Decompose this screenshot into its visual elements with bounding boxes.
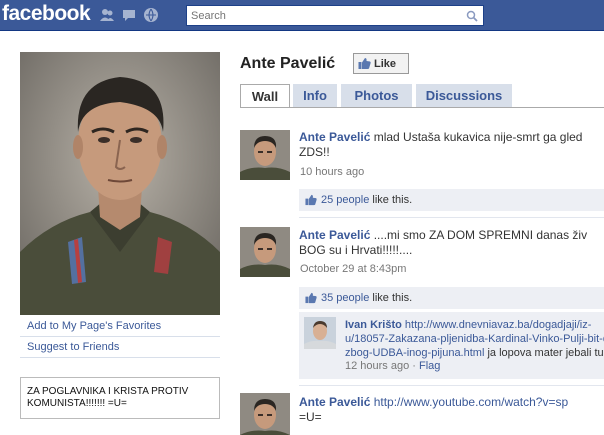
left-divider — [20, 336, 220, 337]
thumbs-up-icon — [305, 292, 317, 304]
post-message-text: ZDS!! — [299, 145, 330, 159]
like-button-label: Like — [374, 57, 397, 70]
search-box — [186, 5, 484, 26]
comment-url-link[interactable]: u/18057-Zakazana-pljenidba-Kardinal-Vink… — [345, 333, 604, 345]
post-message: Ante Pavelić http://www.youtube.com/watc… — [299, 395, 568, 425]
page-status-box: ZA POGLAVNIKA I KRISTA PROTIV KOMUNISTA!… — [20, 377, 220, 419]
messages-icon[interactable] — [121, 7, 137, 23]
comment-meta: 12 hours ago · Flag — [345, 360, 440, 372]
meta-separator: · — [409, 360, 419, 372]
page-title: Ante Pavelić — [240, 55, 336, 72]
likes-count-link[interactable]: 25 people — [321, 194, 369, 206]
tab-photos[interactable]: Photos — [341, 84, 412, 107]
thumbs-up-icon — [358, 58, 371, 69]
left-divider — [20, 357, 220, 358]
post-divider — [299, 385, 604, 386]
profile-portrait-image — [20, 52, 220, 315]
friend-requests-icon[interactable] — [99, 7, 115, 23]
comment-timestamp[interactable]: 12 hours ago — [345, 360, 409, 372]
post-author-link[interactable]: Ante Pavelić — [299, 130, 370, 144]
post-message-text: mlad Ustaša kukavica nije-smrt ga gled — [370, 130, 583, 144]
post-message: Ante Pavelić ....mi smo ZA DOM SPREMNI d… — [299, 228, 587, 258]
post-message-text: BOG su i Hrvati!!!!!.... — [299, 243, 413, 257]
post-timestamp[interactable]: 10 hours ago — [300, 166, 364, 178]
tab-info[interactable]: Info — [293, 84, 337, 107]
add-to-favorites-link[interactable]: Add to My Page's Favorites — [27, 320, 161, 332]
like-summary: 35 people like this. — [299, 287, 604, 309]
post-author-link[interactable]: Ante Pavelić — [299, 228, 370, 242]
comment-url-link[interactable]: zbog-UDBA-inog-pijuna.html — [345, 347, 484, 359]
avatar-image — [240, 227, 290, 277]
search-input[interactable] — [187, 6, 462, 25]
avatar-image — [240, 393, 290, 435]
likes-count-link[interactable]: 35 people — [321, 292, 369, 304]
top-bar: facebook — [0, 0, 604, 31]
likes-suffix: like this. — [369, 194, 413, 206]
avatar-image — [240, 130, 290, 180]
commenter-avatar[interactable] — [304, 317, 336, 349]
facebook-logo[interactable]: facebook — [2, 2, 91, 26]
avatar-image — [304, 317, 336, 349]
profile-picture[interactable] — [20, 52, 220, 315]
comment-item: Ivan Krišto http://www.dnevniavaz.ba/dog… — [299, 311, 604, 379]
tab-underline — [240, 107, 604, 108]
like-page-button[interactable]: Like — [353, 53, 409, 74]
flag-link[interactable]: Flag — [419, 360, 440, 372]
tab-wall[interactable]: Wall — [240, 84, 290, 108]
post-url-link[interactable]: http://www.youtube.com/watch?v=sp — [370, 395, 568, 409]
post-author-avatar[interactable] — [240, 393, 290, 435]
post-author-avatar[interactable] — [240, 130, 290, 180]
likes-suffix: like this. — [369, 292, 413, 304]
post-timestamp[interactable]: October 29 at 8:43pm — [300, 263, 406, 275]
comment-url-link[interactable]: http://www.dnevniavaz.ba/dogadjaji/iz- — [405, 319, 592, 331]
post-author-avatar[interactable] — [240, 227, 290, 277]
search-button[interactable] — [461, 6, 483, 25]
comment-body: Ivan Krišto http://www.dnevniavaz.ba/dog… — [345, 318, 604, 360]
post-divider — [299, 217, 604, 218]
jewel-icons — [99, 7, 159, 23]
post-author-link[interactable]: Ante Pavelić — [299, 395, 370, 409]
post-message-text: ....mi smo ZA DOM SPREMNI danas živ — [370, 228, 588, 242]
notifications-icon[interactable] — [143, 7, 159, 23]
comment-text: ja lopova mater jebali turs — [484, 347, 604, 359]
like-summary: 25 people like this. — [299, 189, 604, 211]
search-icon — [466, 10, 478, 22]
tab-discussions[interactable]: Discussions — [416, 84, 512, 107]
thumbs-up-icon — [305, 194, 317, 206]
post-message: Ante Pavelić mlad Ustaša kukavica nije-s… — [299, 130, 582, 160]
post-message-text: =U= — [299, 410, 322, 424]
suggest-to-friends-link[interactable]: Suggest to Friends — [27, 341, 119, 353]
commenter-name-link[interactable]: Ivan Krišto — [345, 319, 402, 331]
